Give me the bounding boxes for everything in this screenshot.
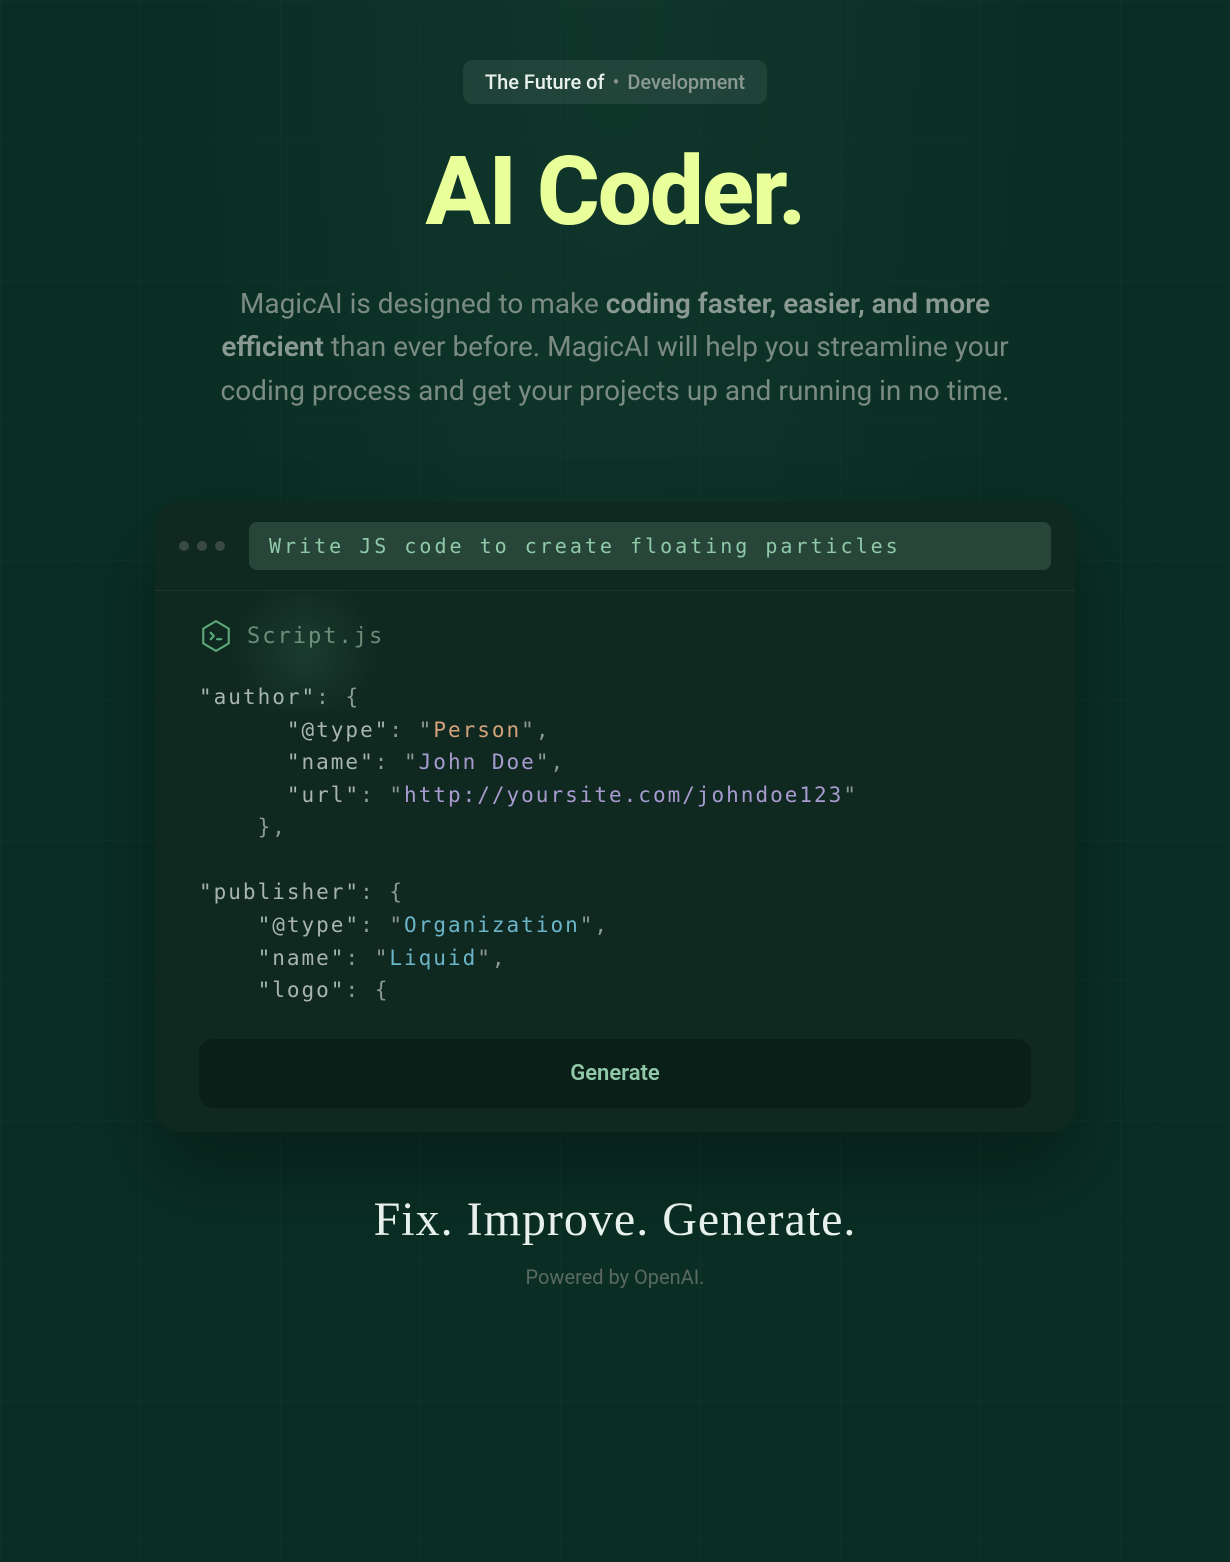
file-name: Script.js [247,624,384,649]
window-header: Write JS code to create floating particl… [155,502,1075,591]
page-title: AI Coder. [115,144,1115,240]
code-window: Write JS code to create floating particl… [155,502,1075,1131]
script-hexagon-icon [199,619,233,653]
code-block: "author": { "@type": "Person", "name": "… [199,681,1031,1006]
hero-desc-post: than ever before. MagicAI will help you … [221,330,1010,406]
hero-description: MagicAI is designed to make coding faste… [190,282,1040,412]
generate-button[interactable]: Generate [199,1039,1031,1108]
prompt-input[interactable]: Write JS code to create floating particl… [249,522,1051,570]
badge-dot-icon: • [613,70,620,94]
code-body: Script.js "author": { "@type": "Person",… [155,591,1075,1131]
footer-tagline: Fix. Improve. Generate. [115,1192,1115,1247]
file-row: Script.js [199,619,1031,653]
footer-powered-by: Powered by OpenAI. [115,1265,1115,1289]
hero-desc-pre: MagicAI is designed to make [240,287,606,320]
badge-prefix: The Future of [485,70,605,94]
header-badge: The Future of • Development [463,60,767,104]
traffic-lights-icon [179,541,225,551]
badge-suffix: Development [627,70,745,94]
